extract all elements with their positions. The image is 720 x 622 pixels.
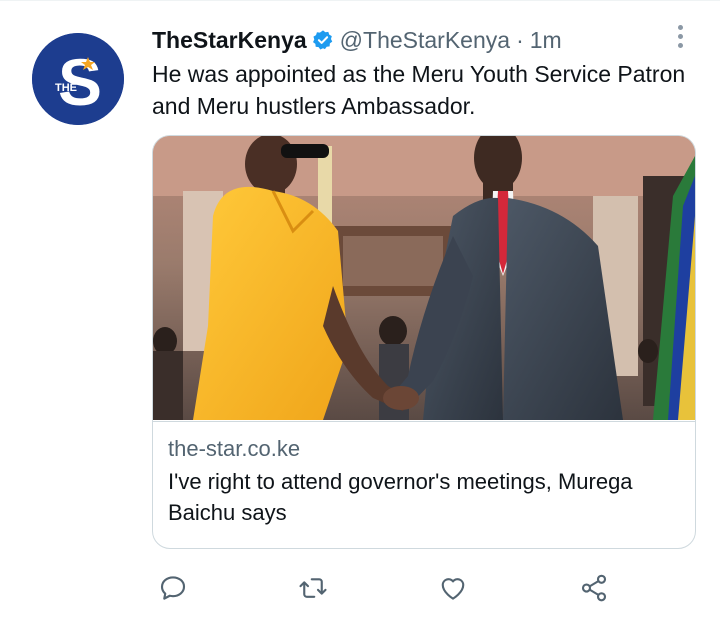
link-card[interactable]: the-star.co.ke I've right to attend gove… <box>152 135 696 549</box>
like-button[interactable] <box>431 568 475 608</box>
tweet-actions <box>0 568 720 608</box>
card-domain: the-star.co.ke <box>168 436 301 461</box>
more-options-icon[interactable] <box>668 22 692 52</box>
star-logo-icon: S THE <box>32 33 124 125</box>
separator-dot: · <box>516 26 524 53</box>
reply-button[interactable] <box>151 568 195 608</box>
share-button[interactable] <box>572 568 616 608</box>
display-name[interactable]: TheStarKenya <box>152 27 307 54</box>
share-icon <box>581 574 607 602</box>
card-image <box>153 136 695 420</box>
timestamp[interactable]: 1m <box>530 27 562 54</box>
user-handle[interactable]: @TheStarKenya <box>340 27 510 54</box>
reply-icon <box>160 576 186 600</box>
verified-badge-icon <box>312 30 332 50</box>
card-body: the-star.co.ke I've right to attend gove… <box>153 421 695 548</box>
card-title: I've right to attend governor's meetings… <box>168 469 633 525</box>
tweet-text: He was appointed as the Meru Youth Servi… <box>152 61 686 119</box>
retweet-button[interactable] <box>291 568 335 608</box>
retweet-icon <box>299 578 327 598</box>
heart-icon <box>441 578 465 600</box>
tweet-header: TheStarKenya @TheStarKenya · 1m <box>152 24 562 56</box>
avatar-tag: THE <box>55 82 77 94</box>
top-divider <box>0 0 720 1</box>
avatar[interactable]: S THE <box>32 33 124 125</box>
